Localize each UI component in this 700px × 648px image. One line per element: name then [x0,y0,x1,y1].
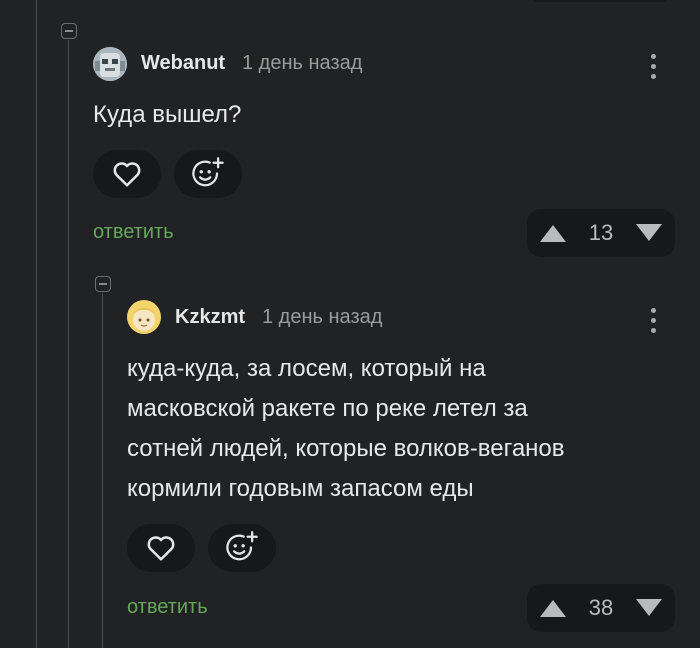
add-reaction-button[interactable] [174,150,242,198]
previous-rating-pill [530,0,670,2]
cartoon-face-avatar-icon[interactable] [127,300,161,334]
comment-text-line: кормили годовым запасом еды [127,475,474,502]
comment-text: куда-куда, за лосем, который на масковск… [127,349,565,509]
comment-text-line: сотней людей, которые волков-веганов [127,435,565,462]
rating-control: 13 [527,209,675,257]
downvote-button[interactable] [623,598,675,618]
smiley-plus-icon [192,157,224,187]
rating-value: 13 [588,220,614,245]
arrow-up-icon [540,225,566,242]
comment-timestamp[interactable]: 1 день назад [242,52,362,75]
rating-control: 38 [527,584,675,632]
upvote-button[interactable] [527,223,579,243]
more-options-icon[interactable] [651,54,657,84]
comment-text-line: Куда вышел? [93,101,242,128]
reply-button[interactable]: ответить [93,221,174,244]
heart-icon [147,536,175,561]
collapse-thread-button[interactable] [61,23,77,39]
arrow-down-icon [636,599,662,616]
thread-line-level-1 [68,40,69,648]
more-options-icon[interactable] [651,308,657,338]
smiley-plus-icon [226,531,258,561]
comment-timestamp[interactable]: 1 день назад [262,306,382,329]
downvote-button[interactable] [623,223,675,243]
comment-text: Куда вышел? [93,95,241,135]
upvote-button[interactable] [527,598,579,618]
reply-button[interactable]: ответить [127,596,208,619]
like-button[interactable] [93,150,161,198]
comment-username[interactable]: Webanut [141,52,225,75]
arrow-up-icon [540,600,566,617]
add-reaction-button[interactable] [208,524,276,572]
thread-line-level-2 [102,293,103,648]
thread-line-root [36,0,37,648]
comment-text-line: куда-куда, за лосем, который на [127,355,486,382]
arrow-down-icon [636,224,662,241]
comment-text-line: масковской ракете по реке летел за [127,395,528,422]
comment-username[interactable]: Kzkzmt [175,306,245,329]
collapse-thread-button[interactable] [95,276,111,292]
like-button[interactable] [127,524,195,572]
robot-avatar-icon[interactable] [93,47,127,81]
rating-value: 38 [588,595,614,620]
heart-icon [113,162,141,187]
